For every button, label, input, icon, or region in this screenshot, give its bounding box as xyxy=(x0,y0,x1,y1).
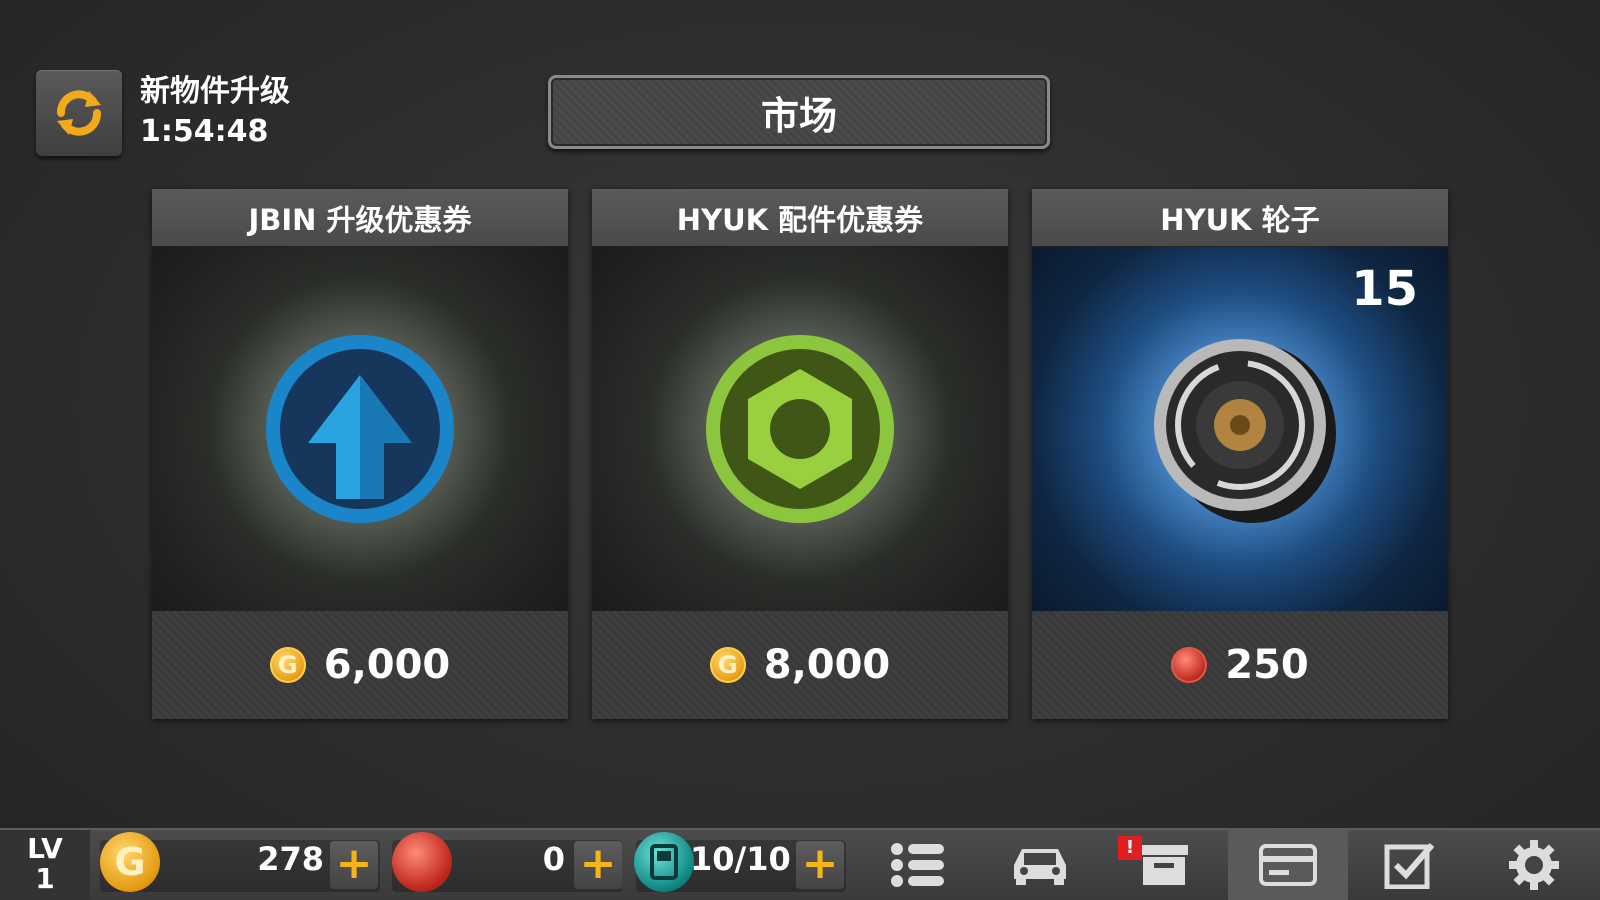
gold-coin-icon: G xyxy=(100,832,160,892)
price-value: 6,000 xyxy=(323,642,451,688)
item-name: HYUK 轮子 xyxy=(1032,189,1448,247)
upgrade-arrow-icon xyxy=(266,335,454,523)
gear-icon xyxy=(1509,840,1559,890)
level-value: 1 xyxy=(35,862,55,895)
page-title: 市场 xyxy=(548,75,1050,149)
refresh-button[interactable] xyxy=(36,70,122,156)
menu-button[interactable] xyxy=(858,830,978,900)
gem-icon xyxy=(392,832,452,892)
fuel-amount: 10/10 xyxy=(690,840,791,878)
alert-badge: ! xyxy=(1118,836,1142,860)
level-label: LV xyxy=(27,832,63,865)
item-count: 15 xyxy=(1351,261,1418,317)
shop-item-card[interactable]: HYUK 配件优惠券 G 8,000 xyxy=(592,189,1008,719)
card-icon xyxy=(1259,844,1317,886)
checkbox-icon xyxy=(1384,843,1435,889)
item-price: G 8,000 xyxy=(592,611,1008,719)
item-image: 15 xyxy=(1032,247,1448,611)
car-icon xyxy=(1014,849,1066,885)
item-name: JBIN 升级优惠券 xyxy=(152,189,568,247)
wheel-icon xyxy=(1154,339,1336,523)
gold-amount: 278 xyxy=(257,840,324,878)
level-indicator: LV 1 xyxy=(0,830,90,900)
settings-button[interactable] xyxy=(1474,830,1594,900)
gem-icon xyxy=(1171,647,1208,683)
garage-button[interactable] xyxy=(980,830,1100,900)
market-button[interactable] xyxy=(1228,830,1348,900)
shop-item-card[interactable]: JBIN 升级优惠券 G 6,000 xyxy=(152,189,568,719)
list-icon xyxy=(891,843,944,887)
refresh-timer: 1:54:48 xyxy=(140,114,269,149)
add-gems-button[interactable]: + xyxy=(574,841,622,889)
storage-button[interactable]: ! xyxy=(1104,830,1224,900)
archive-box-icon xyxy=(1140,845,1188,885)
gold-coin-icon: G xyxy=(709,647,746,683)
item-image xyxy=(592,247,1008,611)
fuel-icon xyxy=(634,832,694,892)
price-value: 8,000 xyxy=(763,642,891,688)
item-price: 250 xyxy=(1032,611,1448,719)
gold-coin-icon: G xyxy=(269,647,306,683)
missions-button[interactable] xyxy=(1350,830,1470,900)
gem-amount: 0 xyxy=(542,840,565,878)
shop-item-card[interactable]: HYUK 轮子 15 250 xyxy=(1032,189,1448,719)
refresh-info: 新物件升级 1:54:48 xyxy=(140,72,290,152)
bottom-bar: LV 1 G 278 + 0 + 10/10 + ! xyxy=(0,828,1600,900)
add-fuel-button[interactable]: + xyxy=(796,841,844,889)
add-gold-button[interactable]: + xyxy=(330,841,378,889)
hex-nut-icon xyxy=(706,335,894,523)
refresh-label: 新物件升级 xyxy=(140,74,290,109)
item-image xyxy=(152,247,568,611)
refresh-icon xyxy=(57,90,101,136)
item-name: HYUK 配件优惠券 xyxy=(592,189,1008,247)
item-price: G 6,000 xyxy=(152,611,568,719)
price-value: 250 xyxy=(1225,642,1309,688)
